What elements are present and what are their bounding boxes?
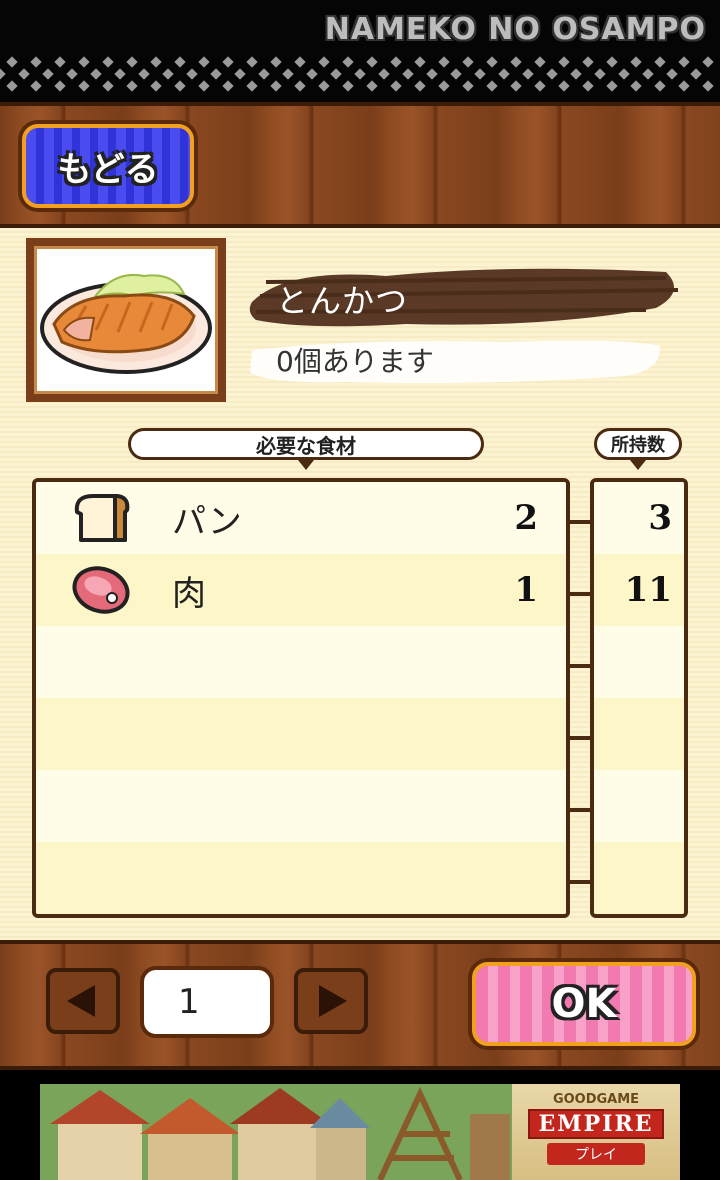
owned-row bbox=[594, 842, 684, 914]
header-pointer bbox=[298, 460, 314, 470]
next-page-button[interactable] bbox=[294, 968, 368, 1034]
required-ingredients-table: パン 2 肉 1 bbox=[32, 478, 570, 918]
pixel-pattern-decoration bbox=[0, 56, 714, 92]
row-connector bbox=[570, 808, 590, 812]
dish-owned-count: 0個あります bbox=[276, 345, 434, 378]
app-title: NAMEKO NO OSAMPO bbox=[324, 12, 706, 47]
empty-row bbox=[36, 626, 566, 698]
ad-play-button[interactable]: プレイ bbox=[547, 1143, 645, 1165]
row-connector bbox=[570, 736, 590, 740]
row-connector bbox=[570, 880, 590, 884]
back-button[interactable]: もどる bbox=[22, 124, 194, 208]
meat-icon bbox=[66, 564, 136, 616]
header-pointer bbox=[630, 460, 646, 470]
prev-page-button[interactable] bbox=[46, 968, 120, 1034]
owned-row bbox=[594, 770, 684, 842]
ingredient-name: 肉 bbox=[172, 573, 206, 614]
row-connector bbox=[570, 520, 590, 524]
owned-row bbox=[594, 698, 684, 770]
owned-row bbox=[594, 626, 684, 698]
owned-row: 3 bbox=[594, 482, 684, 554]
row-connector bbox=[570, 592, 590, 596]
dish-image-frame bbox=[26, 238, 226, 402]
ad-brand-main: EMPIRE bbox=[528, 1109, 664, 1139]
ad-brand-logo: GOODGAME EMPIRE プレイ bbox=[512, 1084, 680, 1180]
owned-count-header: 所持数 bbox=[594, 428, 682, 460]
ingredient-required-qty: 2 bbox=[514, 498, 538, 538]
triangle-right-icon bbox=[319, 985, 347, 1017]
empty-row bbox=[36, 698, 566, 770]
ad-village-image bbox=[40, 1084, 520, 1180]
ok-button[interactable]: OK bbox=[472, 962, 696, 1046]
owned-count: 3 bbox=[648, 498, 672, 538]
row-connector bbox=[570, 664, 590, 668]
owned-count-table: 3 11 bbox=[590, 478, 688, 918]
dish-name: とんかつ bbox=[276, 282, 409, 320]
ingredient-row[interactable]: 肉 1 bbox=[36, 554, 566, 626]
ad-banner[interactable]: GOODGAME EMPIRE プレイ bbox=[40, 1084, 680, 1180]
page-number-field[interactable]: 1 bbox=[140, 966, 274, 1038]
triangle-left-icon bbox=[67, 985, 95, 1017]
tonkatsu-plate-icon bbox=[40, 274, 212, 374]
empty-row bbox=[36, 842, 566, 914]
ingredient-row[interactable]: パン 2 bbox=[36, 482, 566, 554]
bread-icon bbox=[66, 492, 136, 544]
ingredient-required-qty: 1 bbox=[514, 570, 538, 610]
owned-count: 11 bbox=[624, 570, 672, 610]
owned-row: 11 bbox=[594, 554, 684, 626]
required-ingredients-header: 必要な食材 bbox=[128, 428, 484, 460]
ad-brand-top: GOODGAME bbox=[552, 1092, 640, 1107]
ingredient-name: パン bbox=[172, 501, 242, 542]
empty-row bbox=[36, 770, 566, 842]
